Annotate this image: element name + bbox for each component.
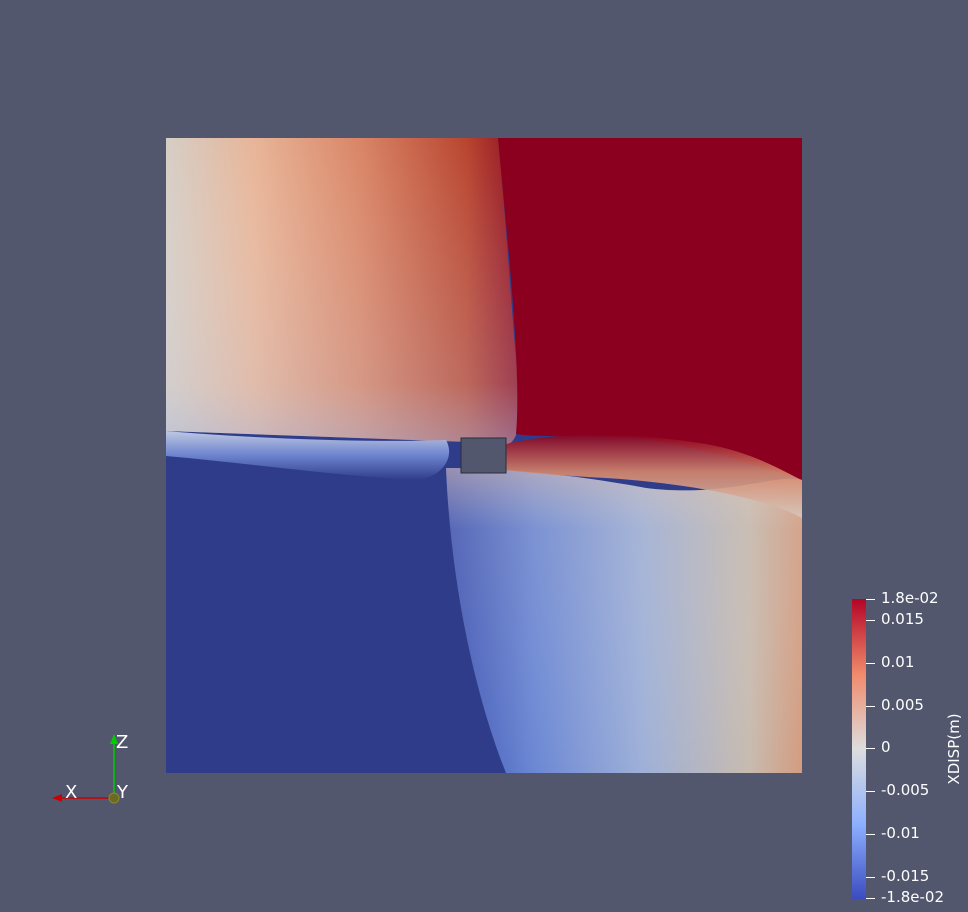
colorbar-tick <box>866 620 875 621</box>
colorbar-tick <box>866 877 875 878</box>
displacement-field-plot[interactable] <box>166 138 802 773</box>
colorbar-tick <box>866 791 875 792</box>
colorbar-title: XDISP(m) <box>945 713 963 785</box>
colorbar-tick-label: 0.015 <box>881 610 924 628</box>
colorbar-gradient <box>852 599 866 899</box>
x-axis-label: X <box>65 782 78 803</box>
field-region-top-left-shade <box>166 138 520 446</box>
central-hole <box>460 437 507 474</box>
field-region-top-right <box>498 138 802 480</box>
colorbar-min-label: -1.8e-02 <box>881 888 944 906</box>
orientation-axes[interactable]: Z X Y <box>40 728 140 818</box>
x-axis-arrow <box>52 794 62 802</box>
render-viewport[interactable]: 1.8e-02 0.015 0.01 0.005 0 -0.005 -0.01 … <box>0 0 968 912</box>
z-axis-label: Z <box>116 732 129 753</box>
colorbar-tick-label: 0.005 <box>881 696 924 714</box>
y-axis-label: Y <box>117 782 128 803</box>
colorbar-tick <box>866 706 875 707</box>
colorbar-tick-label: 0.01 <box>881 653 915 671</box>
colorbar-tick-min <box>866 898 875 899</box>
colorbar-tick-label: -0.015 <box>881 867 930 885</box>
colorbar-tick <box>866 834 875 835</box>
colorbar-tick-label: 0 <box>881 738 891 756</box>
colorbar-tick-label: -0.005 <box>881 781 930 799</box>
colorbar-tick-max <box>866 599 875 600</box>
colorbar-tick-label: -0.01 <box>881 824 920 842</box>
colorbar-tick <box>866 663 875 664</box>
colorbar-tick <box>866 748 875 749</box>
field-region-bottom-right-shade <box>446 468 802 773</box>
colorbar-max-label: 1.8e-02 <box>881 589 939 607</box>
